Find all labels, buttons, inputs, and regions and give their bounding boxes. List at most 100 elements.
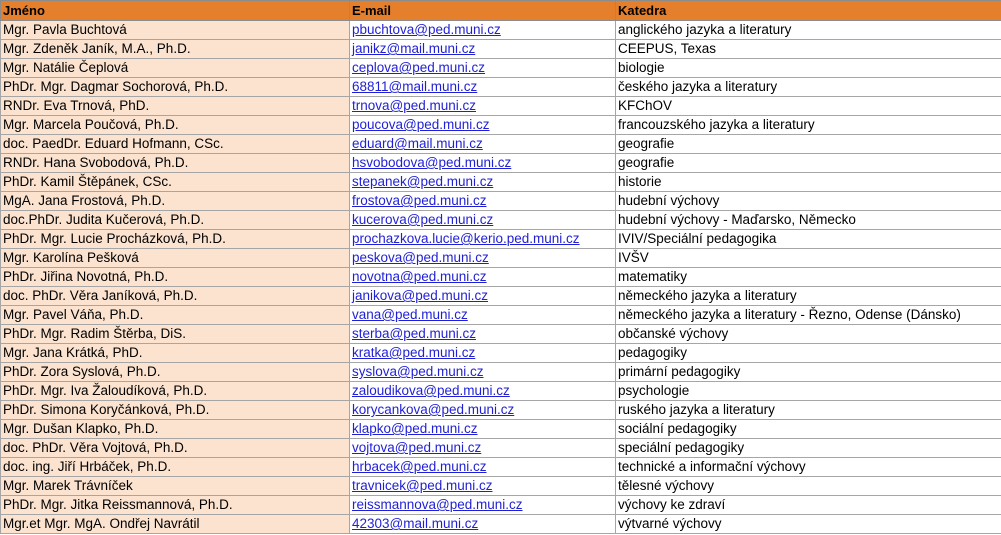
cell-dept[interactable]: německého jazyka a literatury - Řezno, O… <box>615 305 1001 325</box>
cell-name[interactable]: doc. PhDr. Věra Janíková, Ph.D. <box>0 286 350 306</box>
email-link[interactable]: 68811@mail.muni.cz <box>352 79 477 94</box>
cell-email[interactable]: sterba@ped.muni.cz <box>349 324 616 344</box>
cell-email[interactable]: vana@ped.muni.cz <box>349 305 616 325</box>
cell-email[interactable]: ceplova@ped.muni.cz <box>349 58 616 78</box>
email-link[interactable]: trnova@ped.muni.cz <box>352 98 476 113</box>
email-link[interactable]: hrbacek@ped.muni.cz <box>352 459 487 474</box>
cell-dept[interactable]: hudební výchovy - Maďarsko, Německo <box>615 210 1001 230</box>
cell-name[interactable]: PhDr. Mgr. Radim Štěrba, DiS. <box>0 324 350 344</box>
cell-name[interactable]: PhDr. Mgr. Jitka Reissmannová, Ph.D. <box>0 495 350 515</box>
cell-email[interactable]: peskova@ped.muni.cz <box>349 248 616 268</box>
cell-dept[interactable]: sociální pedagogiky <box>615 419 1001 439</box>
cell-name[interactable]: Mgr. Natálie Čeplová <box>0 58 350 78</box>
email-link[interactable]: travnicek@ped.muni.cz <box>352 478 493 493</box>
cell-email[interactable]: reissmannova@ped.muni.cz <box>349 495 616 515</box>
cell-dept[interactable]: geografie <box>615 134 1001 154</box>
cell-dept[interactable]: německého jazyka a literatury <box>615 286 1001 306</box>
cell-dept[interactable]: KFChOV <box>615 96 1001 116</box>
cell-name[interactable]: RNDr. Eva Trnová, PhD. <box>0 96 350 116</box>
cell-dept[interactable]: primární pedagogiky <box>615 362 1001 382</box>
email-link[interactable]: 42303@mail.muni.cz <box>352 516 478 531</box>
cell-email[interactable]: klapko@ped.muni.cz <box>349 419 616 439</box>
cell-email[interactable]: pbuchtova@ped.muni.cz <box>349 20 616 40</box>
cell-name[interactable]: PhDr. Mgr. Iva Žaloudíková, Ph.D. <box>0 381 350 401</box>
cell-email[interactable]: kucerova@ped.muni.cz <box>349 210 616 230</box>
cell-dept[interactable]: pedagogiky <box>615 343 1001 363</box>
cell-email[interactable]: janikz@mail.muni.cz <box>349 39 616 59</box>
email-link[interactable]: reissmannova@ped.muni.cz <box>352 497 523 512</box>
cell-email[interactable]: zaloudikova@ped.muni.cz <box>349 381 616 401</box>
cell-email[interactable]: hsvobodova@ped.muni.cz <box>349 153 616 173</box>
cell-dept[interactable]: výchovy ke zdraví <box>615 495 1001 515</box>
header-dept[interactable]: Katedra <box>615 0 1001 21</box>
cell-email[interactable]: janikova@ped.muni.cz <box>349 286 616 306</box>
cell-dept[interactable]: psychologie <box>615 381 1001 401</box>
email-link[interactable]: novotna@ped.muni.cz <box>352 269 487 284</box>
email-link[interactable]: pbuchtova@ped.muni.cz <box>352 22 501 37</box>
cell-name[interactable]: doc. ing. Jiří Hrbáček, Ph.D. <box>0 457 350 477</box>
email-link[interactable]: prochazkova.lucie@kerio.ped.muni.cz <box>352 231 580 246</box>
cell-email[interactable]: korycankova@ped.muni.cz <box>349 400 616 420</box>
cell-dept[interactable]: hudební výchovy <box>615 191 1001 211</box>
cell-dept[interactable]: francouzského jazyka a literatury <box>615 115 1001 135</box>
cell-email[interactable]: frostova@ped.muni.cz <box>349 191 616 211</box>
cell-dept[interactable]: historie <box>615 172 1001 192</box>
cell-dept[interactable]: speciální pedagogiky <box>615 438 1001 458</box>
cell-email[interactable]: travnicek@ped.muni.cz <box>349 476 616 496</box>
cell-email[interactable]: poucova@ped.muni.cz <box>349 115 616 135</box>
email-link[interactable]: korycankova@ped.muni.cz <box>352 402 514 417</box>
cell-name[interactable]: doc.PhDr. Judita Kučerová, Ph.D. <box>0 210 350 230</box>
cell-email[interactable]: novotna@ped.muni.cz <box>349 267 616 287</box>
header-name[interactable]: Jméno <box>0 0 350 21</box>
cell-email[interactable]: eduard@mail.muni.cz <box>349 134 616 154</box>
cell-email[interactable]: 68811@mail.muni.cz <box>349 77 616 97</box>
cell-dept[interactable]: anglického jazyka a literatury <box>615 20 1001 40</box>
cell-dept[interactable]: matematiky <box>615 267 1001 287</box>
email-link[interactable]: vojtova@ped.muni.cz <box>352 440 481 455</box>
cell-name[interactable]: Mgr. Zdeněk Janík, M.A., Ph.D. <box>0 39 350 59</box>
cell-dept[interactable]: biologie <box>615 58 1001 78</box>
cell-name[interactable]: Mgr. Marek Trávníček <box>0 476 350 496</box>
cell-dept[interactable]: geografie <box>615 153 1001 173</box>
email-link[interactable]: ceplova@ped.muni.cz <box>352 60 485 75</box>
cell-name[interactable]: MgA. Jana Frostová, Ph.D. <box>0 191 350 211</box>
email-link[interactable]: stepanek@ped.muni.cz <box>352 174 493 189</box>
email-link[interactable]: janikz@mail.muni.cz <box>352 41 475 56</box>
cell-dept[interactable]: CEEPUS, Texas <box>615 39 1001 59</box>
email-link[interactable]: janikova@ped.muni.cz <box>352 288 488 303</box>
cell-dept[interactable]: výtvarné výchovy <box>615 514 1001 534</box>
cell-email[interactable]: hrbacek@ped.muni.cz <box>349 457 616 477</box>
cell-name[interactable]: PhDr. Kamil Štěpánek, CSc. <box>0 172 350 192</box>
cell-name[interactable]: Mgr.et Mgr. MgA. Ondřej Navrátil <box>0 514 350 534</box>
cell-name[interactable]: Mgr. Dušan Klapko, Ph.D. <box>0 419 350 439</box>
cell-name[interactable]: PhDr. Zora Syslová, Ph.D. <box>0 362 350 382</box>
cell-dept[interactable]: českého jazyka a literatury <box>615 77 1001 97</box>
email-link[interactable]: poucova@ped.muni.cz <box>352 117 490 132</box>
email-link[interactable]: syslova@ped.muni.cz <box>352 364 484 379</box>
cell-name[interactable]: doc. PhDr. Věra Vojtová, Ph.D. <box>0 438 350 458</box>
header-email[interactable]: E-mail <box>349 0 616 21</box>
email-link[interactable]: hsvobodova@ped.muni.cz <box>352 155 511 170</box>
email-link[interactable]: eduard@mail.muni.cz <box>352 136 483 151</box>
email-link[interactable]: kucerova@ped.muni.cz <box>352 212 493 227</box>
cell-name[interactable]: Mgr. Jana Krátká, PhD. <box>0 343 350 363</box>
cell-email[interactable]: stepanek@ped.muni.cz <box>349 172 616 192</box>
email-link[interactable]: frostova@ped.muni.cz <box>352 193 487 208</box>
email-link[interactable]: vana@ped.muni.cz <box>352 307 468 322</box>
cell-name[interactable]: PhDr. Mgr. Lucie Procházková, Ph.D. <box>0 229 350 249</box>
cell-name[interactable]: PhDr. Simona Koryčánková, Ph.D. <box>0 400 350 420</box>
cell-email[interactable]: 42303@mail.muni.cz <box>349 514 616 534</box>
cell-name[interactable]: Mgr. Pavla Buchtová <box>0 20 350 40</box>
cell-dept[interactable]: IVŠV <box>615 248 1001 268</box>
cell-email[interactable]: syslova@ped.muni.cz <box>349 362 616 382</box>
cell-name[interactable]: Mgr. Marcela Poučová, Ph.D. <box>0 115 350 135</box>
email-link[interactable]: peskova@ped.muni.cz <box>352 250 489 265</box>
cell-email[interactable]: vojtova@ped.muni.cz <box>349 438 616 458</box>
cell-dept[interactable]: tělesné výchovy <box>615 476 1001 496</box>
cell-email[interactable]: kratka@ped.muni.cz <box>349 343 616 363</box>
email-link[interactable]: zaloudikova@ped.muni.cz <box>352 383 510 398</box>
cell-name[interactable]: RNDr. Hana Svobodová, Ph.D. <box>0 153 350 173</box>
email-link[interactable]: sterba@ped.muni.cz <box>352 326 476 341</box>
cell-dept[interactable]: IVIV/Speciální pedagogika <box>615 229 1001 249</box>
email-link[interactable]: kratka@ped.muni.cz <box>352 345 475 360</box>
